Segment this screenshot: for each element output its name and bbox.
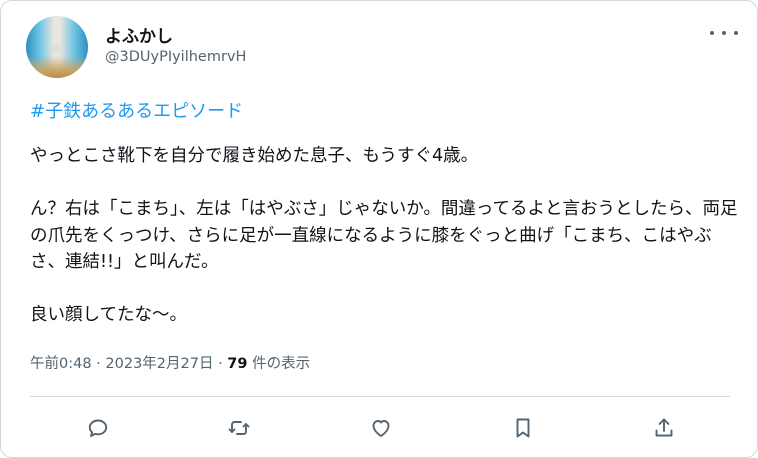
hashtag-link[interactable]: #子鉄あるあるエピソード	[30, 97, 243, 123]
reply-icon[interactable]	[84, 414, 112, 442]
post-text: やっとこさ靴下を自分で履き始めた息子、もうすぐ4歳。 ん？右は「こまち」、左は「…	[30, 143, 742, 329]
like-icon[interactable]	[367, 414, 395, 442]
view-count: 79	[227, 356, 248, 372]
more-dots-icon[interactable]	[710, 23, 738, 43]
post-line: ん？右は「こまち」、左は「はやぶさ」じゃないか。間違ってるよと言おうとしたら、両…	[30, 199, 738, 272]
avatar[interactable]	[26, 16, 88, 78]
post-meta: 午前0:48 · 2023年2月27日 · 79 件の表示	[30, 352, 310, 373]
divider	[30, 396, 730, 397]
bookmark-icon[interactable]	[509, 414, 537, 442]
user-handle[interactable]: @3DUyPIyilhemrvH	[105, 49, 246, 65]
display-name[interactable]: よふかし	[105, 22, 173, 47]
post-line: やっとこさ靴下を自分で履き始めた息子、もうすぐ4歳。	[30, 146, 479, 166]
view-label: 件の表示	[247, 356, 311, 372]
action-bar	[1, 401, 757, 455]
post-line: 良い顔してたな〜。	[30, 305, 187, 325]
share-icon[interactable]	[650, 414, 678, 442]
post-card: よふかし @3DUyPIyilhemrvH #子鉄あるあるエピソード やっとこさ…	[0, 0, 758, 458]
repost-icon[interactable]	[225, 414, 253, 442]
timestamp[interactable]: 午前0:48 · 2023年2月27日 ·	[30, 356, 227, 372]
